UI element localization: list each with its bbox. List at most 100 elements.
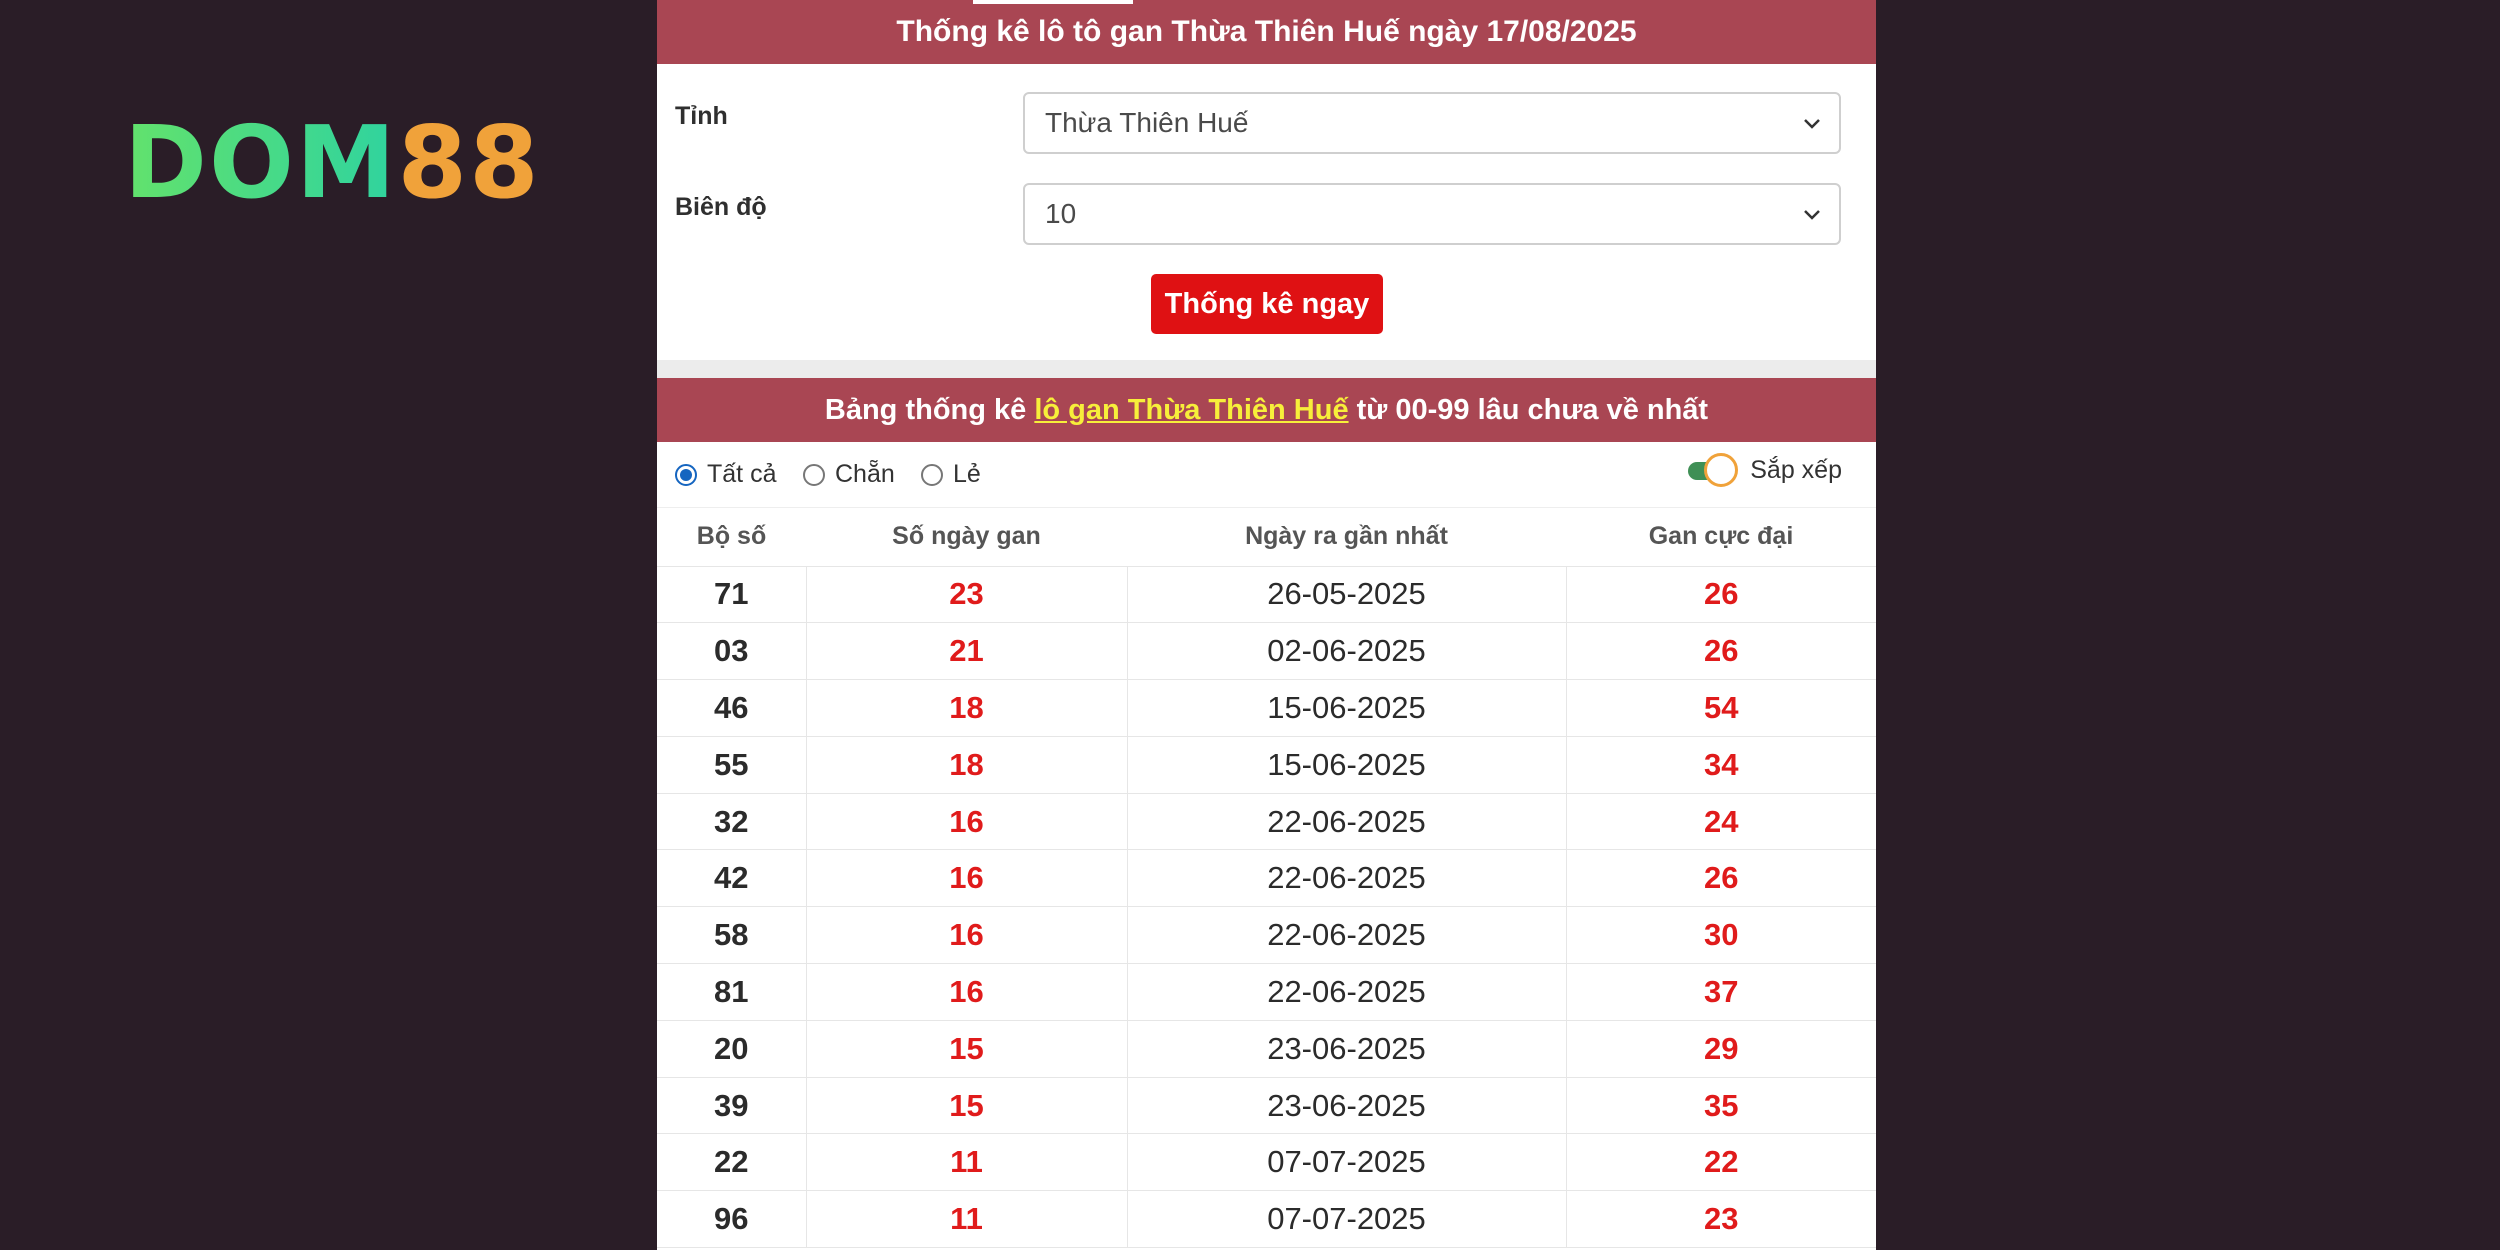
cell-max-gan: 30 [1566, 906, 1876, 965]
cell-days: 18 [806, 736, 1128, 794]
table-header-row: Bộ số Số ngày gan Ngày ra gần nhất Gan c… [657, 508, 1876, 567]
cell-last-date: 26-05-2025 [1127, 566, 1567, 624]
cell-max-gan: 26 [1566, 849, 1876, 908]
table-title: Bảng thống kê lô gan Thừa Thiên Huế từ 0… [657, 378, 1876, 442]
cell-max-gan: 35 [1566, 1077, 1876, 1135]
table-row: 71 23 26-05-2025 26 [657, 566, 1876, 624]
cell-last-date: 02-06-2025 [1127, 622, 1567, 681]
chevron-down-icon [1804, 210, 1820, 220]
range-row: Biên độ 10 [657, 183, 1876, 247]
filter-even-radio[interactable]: Chẵn [803, 460, 895, 489]
column-header-last-date: Ngày ra gần nhất [1127, 508, 1566, 567]
toggle-switch-icon [1688, 452, 1739, 487]
cell-last-date: 15-06-2025 [1127, 679, 1567, 737]
filter-bar: Tất cả Chẵn Lẻ Sắp xếp [657, 442, 1876, 508]
cell-number: 42 [657, 849, 807, 908]
filter-all-radio[interactable]: Tất cả [675, 460, 776, 489]
cell-number: 96 [657, 1190, 807, 1249]
cell-last-date: 23-06-2025 [1127, 1077, 1567, 1135]
cell-number: 03 [657, 622, 807, 681]
cell-max-gan: 37 [1566, 963, 1876, 1021]
cell-number: 71 [657, 566, 807, 624]
section-divider [657, 360, 1876, 378]
chevron-down-icon [1804, 119, 1820, 129]
filter-all-label: Tất cả [707, 460, 777, 488]
table-row: 55 18 15-06-2025 34 [657, 736, 1876, 794]
cell-max-gan: 29 [1566, 1020, 1876, 1078]
page-title: Thống kê lô tô gan Thừa Thiên Huế ngày 1… [896, 15, 1637, 48]
lo-gan-table: Bộ số Số ngày gan Ngày ra gần nhất Gan c… [657, 508, 1876, 1249]
cell-last-date: 22-06-2025 [1127, 793, 1567, 851]
province-row: Tỉnh Thừa Thiên Huế [657, 92, 1876, 156]
cell-last-date: 07-07-2025 [1127, 1133, 1567, 1192]
table-row: 96 11 07-07-2025 23 [657, 1190, 1876, 1249]
header-tab-notch [973, 0, 1133, 4]
cell-last-date: 07-07-2025 [1127, 1190, 1567, 1249]
table-row: 03 21 02-06-2025 26 [657, 622, 1876, 681]
column-header-number: Bộ số [657, 508, 806, 567]
cell-last-date: 22-06-2025 [1127, 906, 1567, 965]
cell-number: 55 [657, 736, 807, 794]
column-header-days: Số ngày gan [806, 508, 1127, 567]
cell-max-gan: 26 [1566, 566, 1876, 624]
cell-days: 16 [806, 963, 1128, 1021]
cell-days: 16 [806, 793, 1128, 851]
table-row: 20 15 23-06-2025 29 [657, 1020, 1876, 1078]
cell-max-gan: 23 [1566, 1190, 1876, 1249]
cell-number: 39 [657, 1077, 807, 1135]
cell-days: 18 [806, 679, 1128, 737]
panel-header: Thống kê lô tô gan Thừa Thiên Huế ngày 1… [657, 0, 1876, 64]
cell-number: 20 [657, 1020, 807, 1078]
cell-days: 15 [806, 1020, 1128, 1078]
cell-last-date: 15-06-2025 [1127, 736, 1567, 794]
column-header-max-gan: Gan cực đại [1566, 508, 1876, 567]
cell-number: 81 [657, 963, 807, 1021]
stats-panel: Thống kê lô tô gan Thừa Thiên Huế ngày 1… [657, 0, 1876, 1250]
cell-days: 15 [806, 1077, 1128, 1135]
province-label: Tỉnh [675, 102, 728, 130]
sort-toggle[interactable]: Sắp xếp [1688, 452, 1842, 487]
cell-last-date: 23-06-2025 [1127, 1020, 1567, 1078]
table-row: 32 16 22-06-2025 24 [657, 793, 1876, 851]
logo-text-dom: DOM [124, 104, 398, 221]
cell-max-gan: 26 [1566, 622, 1876, 681]
submit-stats-button[interactable]: Thống kê ngay [1151, 274, 1383, 334]
cell-number: 46 [657, 679, 807, 737]
table-row: 58 16 22-06-2025 30 [657, 906, 1876, 965]
radio-unchecked-icon [803, 463, 825, 486]
table-row: 42 16 22-06-2025 26 [657, 849, 1876, 908]
table-title-prefix: Bảng thống kê [824, 393, 1035, 426]
cell-days: 21 [806, 622, 1128, 681]
table-title-suffix: từ 00-99 lâu chưa về nhất [1348, 393, 1709, 426]
radio-unchecked-icon [921, 463, 943, 486]
province-select-value: Thừa Thiên Huế [1045, 107, 1249, 138]
filter-odd-radio[interactable]: Lẻ [921, 460, 981, 489]
province-select[interactable]: Thừa Thiên Huế [1023, 92, 1841, 154]
cell-last-date: 22-06-2025 [1127, 849, 1567, 908]
brand-logo[interactable]: DOM 88 [124, 113, 541, 213]
cell-days: 11 [806, 1190, 1128, 1249]
range-select[interactable]: 10 [1023, 183, 1841, 245]
table-row: 22 11 07-07-2025 22 [657, 1133, 1876, 1192]
cell-days: 16 [806, 849, 1128, 908]
cell-last-date: 22-06-2025 [1127, 963, 1567, 1021]
table-title-link[interactable]: lô gan Thừa Thiên Huế [1034, 394, 1348, 427]
sort-label: Sắp xếp [1750, 456, 1842, 484]
cell-max-gan: 54 [1566, 679, 1876, 737]
cell-number: 22 [657, 1133, 807, 1192]
filter-odd-label: Lẻ [953, 460, 981, 488]
cell-max-gan: 22 [1566, 1133, 1876, 1192]
filter-even-label: Chẵn [835, 460, 895, 488]
cell-max-gan: 24 [1566, 793, 1876, 851]
cell-max-gan: 34 [1566, 736, 1876, 794]
cell-number: 32 [657, 793, 807, 851]
range-select-value: 10 [1045, 198, 1077, 229]
table-row: 46 18 15-06-2025 54 [657, 679, 1876, 737]
table-row: 81 16 22-06-2025 37 [657, 963, 1876, 1021]
cell-days: 23 [806, 566, 1128, 624]
range-label: Biên độ [675, 193, 767, 221]
table-row: 39 15 23-06-2025 35 [657, 1077, 1876, 1135]
logo-text-88: 88 [397, 104, 541, 221]
radio-checked-icon [675, 463, 697, 486]
cell-days: 11 [806, 1133, 1128, 1192]
